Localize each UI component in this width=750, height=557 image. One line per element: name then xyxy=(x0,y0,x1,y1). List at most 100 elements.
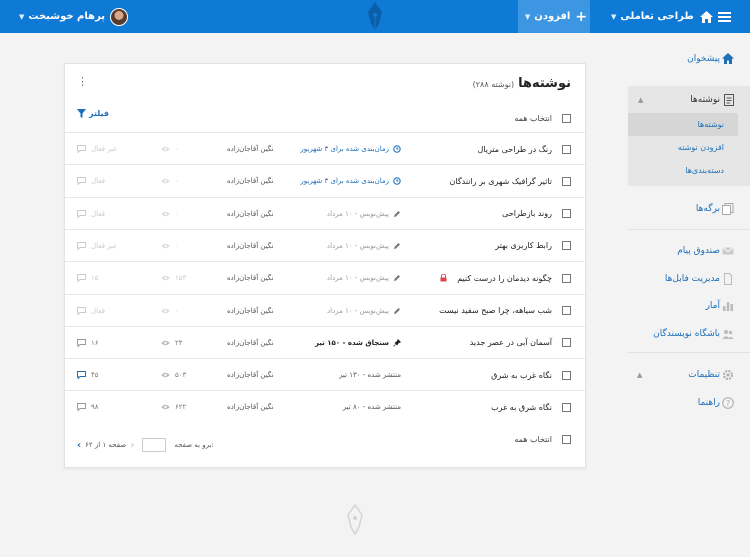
sidebar-item-pages[interactable]: برگه‌ها xyxy=(627,196,750,222)
clock-icon xyxy=(393,145,401,153)
post-status: منتشر شده - ۸۰ تیر xyxy=(343,391,401,423)
pages-icon xyxy=(722,203,734,215)
sidebar-item-stats[interactable]: آمار xyxy=(627,293,750,319)
sidebar-item-label: پیشخوان xyxy=(687,54,720,64)
comment-icon[interactable] xyxy=(77,145,86,153)
site-menu[interactable]: ▼ طراحی تعاملی xyxy=(607,0,713,33)
sidebar-item-label: باشگاه نویسندگان xyxy=(653,329,720,339)
post-author[interactable]: نگین آقاجان‌زاده xyxy=(227,165,287,197)
post-title-link[interactable]: روند بازطراحی xyxy=(502,209,552,218)
prev-page-icon[interactable]: › xyxy=(130,440,134,451)
post-title-link[interactable]: تاثیر گرافیک شهری بر رانندگان xyxy=(450,177,553,186)
filter-button[interactable]: فیلتر xyxy=(77,109,109,118)
post-comments: فعال xyxy=(77,295,127,327)
table-row[interactable]: تاثیر گرافیک شهری بر رانندگان زمان‌بندی … xyxy=(65,164,585,196)
sidebar-item-label: مدیریت فایل‌ها xyxy=(664,274,720,284)
comment-icon[interactable] xyxy=(77,177,86,186)
table-row[interactable]: چگونه دیدمان را درست کنیم پیش‌نویس - ۱۰ … xyxy=(65,261,585,293)
sidebar-subitem-categories[interactable]: دسته‌بندی‌ها xyxy=(628,159,738,182)
sidebar-item-files[interactable]: مدیریت فایل‌ها xyxy=(627,266,750,292)
card-title: نوشته‌ها xyxy=(518,76,571,91)
comment-icon[interactable] xyxy=(77,403,86,412)
divider xyxy=(627,229,750,230)
views-count: ۰ xyxy=(175,145,179,153)
more-options-icon[interactable]: ⋮ xyxy=(77,76,88,87)
comment-icon[interactable] xyxy=(77,306,86,315)
footer-logo xyxy=(344,500,404,540)
row-checkbox[interactable] xyxy=(562,273,571,283)
comment-icon[interactable] xyxy=(77,274,86,283)
post-title-link[interactable]: چگونه دیدمان را درست کنیم xyxy=(457,274,552,283)
row-checkbox[interactable] xyxy=(562,338,571,348)
goto-page-label: برو به صفحه: xyxy=(174,441,214,449)
sidebar-item-posts[interactable]: ▲ نوشته‌ها xyxy=(628,86,750,113)
table-row[interactable]: نگاه غرب به شرق منتشر شده - ۱۳۰ تیر نگین… xyxy=(65,358,585,390)
select-all-checkbox[interactable] xyxy=(562,435,571,444)
row-checkbox[interactable] xyxy=(562,144,571,154)
sidebar-subitem-add-post[interactable]: افزودن نوشته xyxy=(628,136,738,159)
post-title-link[interactable]: رنگ در طراحی متریال xyxy=(477,145,552,154)
select-all-top[interactable]: انتخاب همه xyxy=(514,114,571,123)
posts-card: (۲۸۸ نوشته) نوشته‌ها ⋮ فیلتر انتخاب همه … xyxy=(64,63,586,468)
row-checkbox[interactable] xyxy=(562,176,571,186)
views-count: ۵۰۳ xyxy=(175,371,187,380)
comments-count: فعال xyxy=(91,306,105,315)
select-all-checkbox[interactable] xyxy=(562,114,571,123)
post-status: زمان‌بندی شده برای ۳ شهریور xyxy=(300,165,401,197)
post-status: پیش‌نویس - ۱۰ مرداد xyxy=(327,295,401,327)
table-row[interactable]: نگاه شرق به غرب منتشر شده - ۸۰ تیر نگین … xyxy=(65,390,585,422)
chevron-down-icon: ▼ xyxy=(19,12,25,21)
users-icon xyxy=(722,330,734,339)
post-views: ۰ xyxy=(161,295,191,327)
comment-icon[interactable] xyxy=(77,241,86,250)
table-row[interactable]: آسمان آبی در عصر جدید سنجاق شده - ۱۵۰ تی… xyxy=(65,325,585,359)
post-author[interactable]: نگین آقاجان‌زاده xyxy=(227,359,287,391)
post-title-link[interactable]: رابط کاربری بهتر xyxy=(495,241,552,250)
post-author[interactable]: نگین آقاجان‌زاده xyxy=(227,295,287,327)
post-status-text: منتشر شده - ۸۰ تیر xyxy=(342,403,401,412)
posts-count: (۲۸۸ نوشته) xyxy=(472,80,515,89)
comment-icon[interactable] xyxy=(77,371,86,380)
add-new-menu[interactable]: ▼ افزودن + xyxy=(518,0,590,33)
comments-count: ۹۸ xyxy=(91,403,99,412)
row-checkbox[interactable] xyxy=(562,241,571,251)
next-page-icon[interactable]: ‹ xyxy=(77,440,81,451)
hamburger-menu-button[interactable] xyxy=(712,0,736,33)
row-checkbox[interactable] xyxy=(562,370,571,380)
post-author[interactable]: نگین آقاجان‌زاده xyxy=(227,262,287,294)
table-row[interactable]: رابط کاربری بهتر پیش‌نویس - ۱۰ مرداد نگی… xyxy=(65,228,585,262)
post-comments: فعال xyxy=(77,198,127,230)
post-comments: ۴۵ xyxy=(77,359,127,391)
eye-icon xyxy=(161,404,170,410)
sidebar-item-settings[interactable]: ▲ تنظیمات xyxy=(627,362,750,388)
row-checkbox[interactable] xyxy=(562,306,571,315)
table-row[interactable]: روند بازطراحی پیش‌نویس - ۱۰ مرداد نگین آ… xyxy=(65,196,585,230)
row-checkbox[interactable] xyxy=(562,402,571,412)
row-checkbox[interactable] xyxy=(562,209,571,219)
table-row[interactable]: رنگ در طراحی متریال زمان‌بندی شده برای ۳… xyxy=(65,132,585,164)
sidebar-item-inbox[interactable]: صندوق پیام xyxy=(627,238,750,264)
sidebar-item-help[interactable]: راهنما ? xyxy=(627,390,750,416)
post-author[interactable]: نگین آقاجان‌زاده xyxy=(227,198,287,230)
post-author[interactable]: نگین آقاجان‌زاده xyxy=(227,327,287,359)
post-title-link[interactable]: آسمان آبی در عصر جدید xyxy=(470,338,552,347)
sidebar-subitem-all-posts[interactable]: نوشته‌ها xyxy=(628,113,738,136)
post-author[interactable]: نگین آقاجان‌زاده xyxy=(227,133,287,165)
select-all-bottom[interactable]: انتخاب همه xyxy=(514,435,571,444)
mail-icon xyxy=(722,247,734,255)
user-menu[interactable]: ▼ پرهام خوشبخت xyxy=(15,0,129,33)
post-author[interactable]: نگین آقاجان‌زاده xyxy=(227,391,287,423)
comments-count: ۱۵ xyxy=(91,274,99,283)
sidebar-item-writers-club[interactable]: باشگاه نویسندگان xyxy=(627,321,750,347)
hamburger-icon xyxy=(717,11,731,22)
post-status-text: پیش‌نویس - ۱۰ مرداد xyxy=(327,306,389,315)
post-title-link[interactable]: نگاه غرب به شرق xyxy=(491,371,552,380)
goto-page-input[interactable] xyxy=(142,438,167,452)
table-row[interactable]: شب سیاهه، چرا صبح سفید نیست پیش‌نویس - ۱… xyxy=(65,293,585,327)
post-title-link[interactable]: شب سیاهه، چرا صبح سفید نیست xyxy=(439,306,552,315)
sidebar-item-dashboard[interactable]: پیشخوان xyxy=(627,46,750,72)
comment-icon[interactable] xyxy=(77,209,86,218)
post-title-link[interactable]: نگاه شرق به غرب xyxy=(491,403,552,412)
comment-icon[interactable] xyxy=(77,338,86,347)
post-author[interactable]: نگین آقاجان‌زاده xyxy=(227,230,287,262)
